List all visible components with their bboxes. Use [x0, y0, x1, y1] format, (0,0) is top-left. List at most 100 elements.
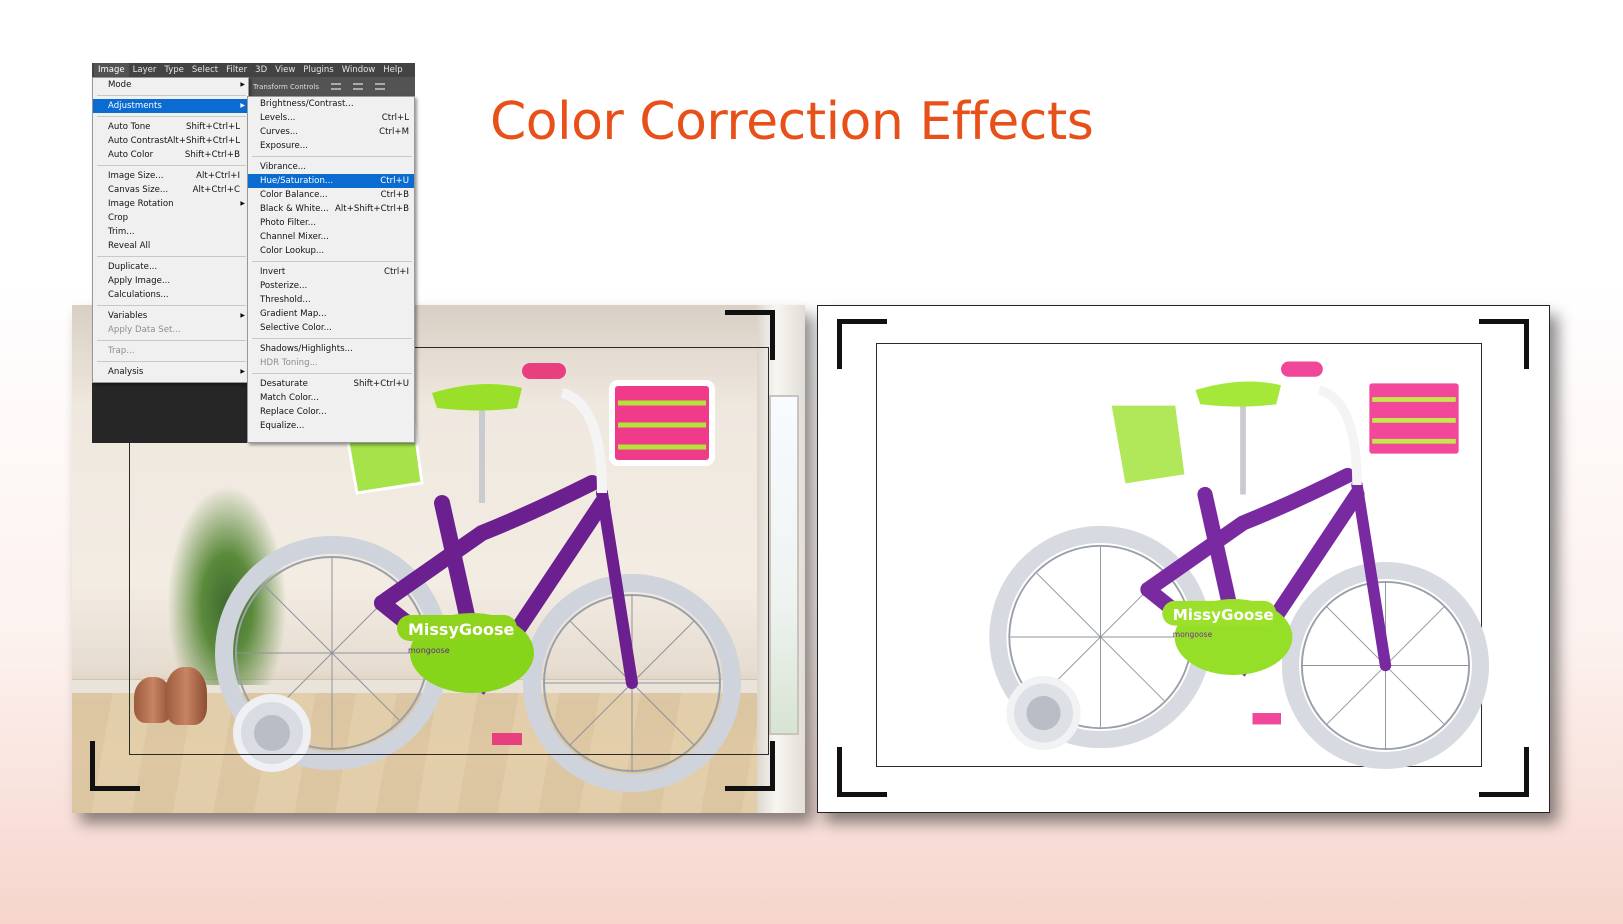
- label: Desaturate: [260, 379, 308, 389]
- menu-item-threshold[interactable]: Threshold...: [248, 293, 414, 307]
- menu-item-desaturate[interactable]: Desaturate Shift+Ctrl+U: [248, 377, 414, 391]
- menu-item-reveal-all[interactable]: Reveal All: [93, 239, 248, 253]
- label: Trap...: [108, 346, 135, 356]
- menu-item-auto-contrast[interactable]: Auto Contrast Alt+Shift+Ctrl+L: [93, 134, 248, 148]
- menu-item-canvas-size[interactable]: Canvas Size... Alt+Ctrl+C: [93, 183, 248, 197]
- menu-item-variables[interactable]: Variables ▶: [93, 309, 248, 323]
- separator: [97, 95, 246, 96]
- menu-item-color-lookup[interactable]: Color Lookup...: [248, 244, 414, 258]
- menu-plugins[interactable]: Plugins: [299, 63, 337, 77]
- label: Apply Image...: [108, 276, 171, 286]
- menu-layer[interactable]: Layer: [129, 63, 161, 77]
- label: Vibrance...: [260, 162, 306, 172]
- align-right-icon[interactable]: [375, 83, 385, 90]
- menu-item-posterize[interactable]: Posterize...: [248, 279, 414, 293]
- label: Invert: [260, 267, 286, 277]
- image-menu: Mode ▶ Adjustments ▶ Auto Tone Shift+Ctrl+L…: [92, 77, 249, 383]
- submenu-arrow-icon: ▶: [240, 102, 245, 109]
- menu-item-image-size[interactable]: Image Size... Alt+Ctrl+I: [93, 169, 248, 183]
- align-left-icon[interactable]: [331, 83, 341, 90]
- label: Match Color...: [260, 393, 319, 403]
- menu-image[interactable]: Image: [94, 63, 129, 77]
- menu-item-gradient-map[interactable]: Gradient Map...: [248, 307, 414, 321]
- separator: [97, 165, 246, 166]
- menu-window[interactable]: Window: [338, 63, 380, 77]
- menu-item-analysis[interactable]: Analysis ▶: [93, 365, 248, 379]
- menu-view[interactable]: View: [271, 63, 299, 77]
- menu-item-trim[interactable]: Trim...: [93, 225, 248, 239]
- menu-item-invert[interactable]: Invert Ctrl+I: [248, 265, 414, 279]
- menu-item-image-rotation[interactable]: Image Rotation ▶: [93, 197, 248, 211]
- menu-item-color-balance[interactable]: Color Balance... Ctrl+B: [248, 188, 414, 202]
- menu-item-shadows-highlights[interactable]: Shadows/Highlights...: [248, 342, 414, 356]
- separator: [97, 305, 246, 306]
- shortcut: Shift+Ctrl+L: [185, 122, 240, 132]
- options-bar: Transform Controls: [249, 77, 415, 97]
- menu-item-apply-data-set: Apply Data Set...: [93, 323, 248, 337]
- menu-item-photo-filter[interactable]: Photo Filter...: [248, 216, 414, 230]
- shortcut: Shift+Ctrl+B: [184, 150, 240, 160]
- menu-item-replace-color[interactable]: Replace Color...: [248, 405, 414, 419]
- menu-item-auto-color[interactable]: Auto Color Shift+Ctrl+B: [93, 148, 248, 162]
- menu-item-match-color[interactable]: Match Color...: [248, 391, 414, 405]
- label: Image Size...: [108, 171, 164, 181]
- menu-item-levels[interactable]: Levels... Ctrl+L: [248, 111, 414, 125]
- align-center-icon[interactable]: [353, 83, 363, 90]
- menu-filter[interactable]: Filter: [222, 63, 251, 77]
- menu-item-adjustments[interactable]: Adjustments ▶: [93, 99, 248, 113]
- label: Exposure...: [260, 141, 308, 151]
- label: Adjustments: [108, 101, 162, 111]
- shortcut: Ctrl+I: [383, 267, 409, 277]
- menu-item-duplicate[interactable]: Duplicate...: [93, 260, 248, 274]
- menu-type[interactable]: Type: [160, 63, 188, 77]
- menu-item-calculations[interactable]: Calculations...: [93, 288, 248, 302]
- submenu-arrow-icon: ▶: [240, 368, 245, 375]
- transform-controls-label[interactable]: Transform Controls: [253, 83, 319, 91]
- sub-brand: mongoose: [1173, 630, 1213, 639]
- corner-marker-br: [725, 741, 775, 791]
- menu-item-black-white[interactable]: Black & White... Alt+Shift+Ctrl+B: [248, 202, 414, 216]
- submenu-arrow-icon: ▶: [240, 200, 245, 207]
- menu-item-hue-saturation[interactable]: Hue/Saturation... Ctrl+U: [248, 174, 414, 188]
- label: Photo Filter...: [260, 218, 316, 228]
- menu-item-channel-mixer[interactable]: Channel Mixer...: [248, 230, 414, 244]
- menu-item-curves[interactable]: Curves... Ctrl+M: [248, 125, 414, 139]
- menu-item-apply-image[interactable]: Apply Image...: [93, 274, 248, 288]
- menu-item-auto-tone[interactable]: Auto Tone Shift+Ctrl+L: [93, 120, 248, 134]
- corner-marker-tr: [725, 310, 775, 360]
- submenu-arrow-icon: ▶: [240, 81, 245, 88]
- separator: [252, 156, 412, 157]
- menu-item-trap: Trap...: [93, 344, 248, 358]
- label: Variables: [108, 311, 148, 321]
- shortcut: Ctrl+M: [379, 127, 409, 137]
- label: Hue/Saturation...: [260, 176, 334, 186]
- label: Levels...: [260, 113, 296, 123]
- menu-item-crop[interactable]: Crop: [93, 211, 248, 225]
- label: Color Balance...: [260, 190, 328, 200]
- separator: [97, 116, 246, 117]
- label: Brightness/Contrast...: [260, 99, 354, 109]
- submenu-arrow-icon: ▶: [240, 312, 245, 319]
- shortcut: Ctrl+L: [381, 113, 409, 123]
- label: Trim...: [108, 227, 135, 237]
- shortcut: Ctrl+B: [380, 190, 409, 200]
- label: Analysis: [108, 367, 144, 377]
- menu-item-selective-color[interactable]: Selective Color...: [248, 321, 414, 335]
- corner-marker-br: [1479, 747, 1529, 797]
- menu-item-exposure[interactable]: Exposure...: [248, 139, 414, 153]
- label: Mode: [108, 80, 132, 90]
- corner-marker-tl: [837, 319, 887, 369]
- label: Duplicate...: [108, 262, 158, 272]
- menu-3d[interactable]: 3D: [251, 63, 271, 77]
- menu-item-equalize[interactable]: Equalize...: [248, 419, 414, 433]
- menu-help[interactable]: Help: [379, 63, 406, 77]
- separator: [252, 261, 412, 262]
- photoshop-window: Image Layer Type Select Filter 3D View P…: [92, 63, 415, 443]
- menu-select[interactable]: Select: [188, 63, 222, 77]
- label: Posterize...: [260, 281, 308, 291]
- bike-image-after: MissyGoose mongoose: [989, 361, 1490, 770]
- separator: [97, 256, 246, 257]
- menu-item-brightness-contrast[interactable]: Brightness/Contrast...: [248, 97, 414, 111]
- menu-item-mode[interactable]: Mode ▶: [93, 78, 248, 92]
- menu-item-vibrance[interactable]: Vibrance...: [248, 160, 414, 174]
